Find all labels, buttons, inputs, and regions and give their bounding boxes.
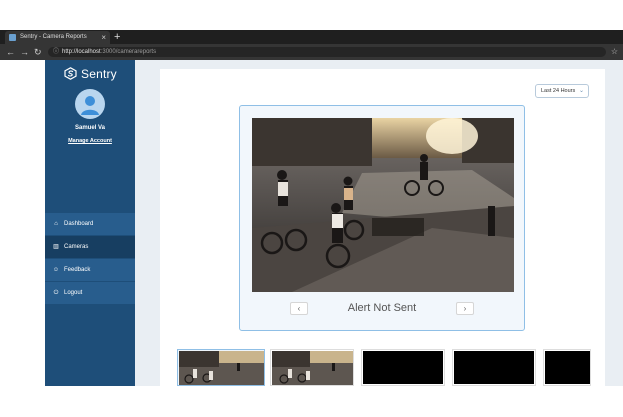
reload-icon[interactable]: ↻ (34, 44, 42, 60)
thumbnail-image (179, 351, 264, 385)
bookmark-star-icon[interactable]: ☆ (611, 44, 618, 60)
sidebar-item-dashboard[interactable]: ⌂ Dashboard (45, 213, 135, 235)
thumbnail-image (363, 351, 443, 384)
brand-name: Sentry (81, 67, 117, 81)
address-bar[interactable]: ⓘ http://localhost:3000/camerareports (48, 47, 606, 57)
thumbnail-4[interactable] (452, 349, 536, 386)
browser-window: Sentry - Camera Reports × + ← → ↻ ⓘ http… (0, 30, 623, 386)
smiley-icon: ☺ (52, 267, 60, 273)
browser-toolbar: ← → ↻ ⓘ http://localhost:3000/camerarepo… (0, 44, 623, 60)
home-icon: ⌂ (54, 221, 58, 227)
avatar[interactable] (75, 89, 105, 119)
chevron-right-icon: › (463, 304, 467, 313)
thumbnail-1[interactable] (177, 349, 265, 386)
new-tab-button[interactable]: + (114, 30, 120, 44)
time-range-value: Last 24 Hours (541, 88, 576, 94)
camera-viewer: ‹ Alert Not Sent › (239, 105, 525, 331)
forward-icon[interactable]: → (20, 44, 29, 60)
tab-title: Sentry - Camera Reports (20, 34, 87, 40)
sentry-logo-icon (64, 67, 77, 80)
address-url: http://localhost:3000/camerareports (62, 47, 156, 57)
thumbnail-2[interactable] (270, 349, 354, 386)
user-name: Samuel Va (74, 125, 106, 131)
sidebar: Sentry Samuel Va Manage Account ⌂ Dashbo… (45, 60, 135, 386)
alert-status: Alert Not Sent (347, 302, 417, 314)
sidebar-item-label: Cameras (64, 244, 89, 250)
sidebar-item-feedback[interactable]: ☺ Feedback (45, 259, 135, 281)
thumbnail-image (272, 351, 353, 385)
favicon-icon (9, 34, 16, 41)
next-image-button[interactable]: › (456, 302, 474, 315)
back-icon[interactable]: ← (6, 44, 15, 60)
sidebar-item-cameras[interactable]: ▥ Cameras (45, 236, 135, 258)
sidebar-item-label: Feedback (64, 267, 91, 273)
sidebar-item-label: Dashboard (64, 221, 94, 227)
time-range-select[interactable]: Last 24 Hours ⌄ (535, 84, 589, 98)
url-path: :3000/camerareports (100, 49, 157, 55)
sidebar-item-label: Logout (64, 290, 83, 296)
user-icon (81, 96, 99, 115)
app-viewport: Sentry Samuel Va Manage Account ⌂ Dashbo… (45, 60, 623, 386)
browser-tab[interactable]: Sentry - Camera Reports × (5, 31, 110, 44)
thumbnail-5[interactable] (543, 349, 591, 386)
main-content: Last 24 Hours ⌄ ‹ Alert Not Sent › (160, 69, 605, 386)
thumbnail-3[interactable] (361, 349, 445, 386)
url-host: http://localhost (62, 49, 101, 55)
brand-logo[interactable]: Sentry (64, 66, 124, 82)
site-info-icon[interactable]: ⓘ (53, 47, 59, 57)
tab-bar: Sentry - Camera Reports × + (0, 30, 623, 44)
tab-close-icon[interactable]: × (101, 31, 106, 44)
sidebar-item-logout[interactable]: ⏻ Logout (45, 282, 135, 304)
thumbnail-image (454, 351, 534, 384)
power-icon: ⏻ (53, 290, 59, 296)
camera-snapshot[interactable] (252, 118, 514, 292)
thumbnail-image (545, 351, 590, 384)
manage-account-link[interactable]: Manage Account (45, 138, 135, 144)
bar-chart-icon: ▥ (53, 244, 59, 250)
chevron-down-icon: ⌄ (578, 88, 584, 94)
